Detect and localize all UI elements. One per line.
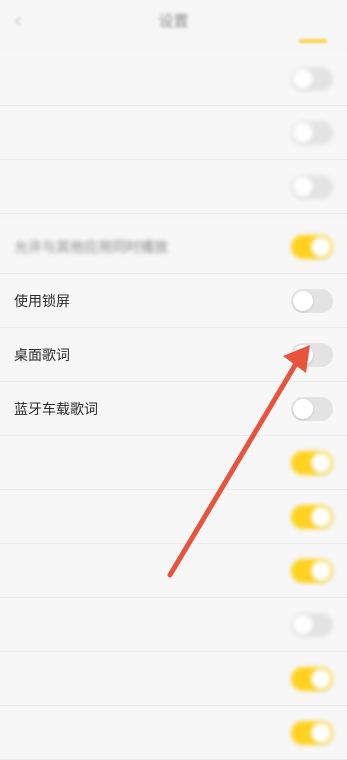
setting-label: 允许与其他应用同时播放 [14, 239, 168, 256]
toggle-knob [293, 614, 313, 635]
toggle-switch[interactable] [291, 66, 333, 91]
toggle-knob [311, 560, 331, 581]
toggle-knob [311, 506, 331, 527]
settings-row[interactable] [0, 106, 347, 160]
toggle-switch[interactable] [291, 396, 333, 421]
settings-row[interactable] [0, 52, 347, 106]
toggle-switch[interactable] [291, 174, 333, 199]
setting-label: 桌面歌词 [14, 347, 70, 364]
settings-row-desktop-lyrics[interactable]: 桌面歌词 [0, 328, 347, 382]
settings-row[interactable] [0, 598, 347, 652]
toggle-knob [311, 668, 331, 689]
toggle-knob [293, 344, 313, 365]
toggle-switch[interactable] [291, 342, 333, 367]
scroll-indicator [299, 39, 327, 43]
settings-row[interactable] [0, 706, 347, 760]
settings-row-lock-screen[interactable]: 使用锁屏 [0, 274, 347, 328]
toggle-knob [293, 398, 313, 419]
setting-label: 使用锁屏 [14, 293, 70, 310]
toggle-switch[interactable] [291, 612, 333, 637]
settings-row[interactable] [0, 544, 347, 598]
setting-label: 蓝牙车载歌词 [14, 401, 98, 418]
settings-row[interactable] [0, 652, 347, 706]
toggle-knob [293, 122, 313, 143]
toggle-knob [311, 722, 331, 743]
toggle-switch[interactable] [291, 120, 333, 145]
toggle-switch[interactable] [291, 450, 333, 475]
settings-row[interactable] [0, 160, 347, 214]
toggle-switch[interactable] [291, 288, 333, 313]
settings-row[interactable] [0, 436, 347, 490]
toggle-switch[interactable] [291, 720, 333, 745]
settings-row-bluetooth-lyrics[interactable]: 蓝牙车载歌词 [0, 382, 347, 436]
settings-row-concurrent-playback[interactable]: 允许与其他应用同时播放 [0, 220, 347, 274]
toggle-knob [293, 176, 313, 197]
toggle-knob [293, 290, 313, 311]
toggle-switch[interactable] [291, 234, 333, 259]
header: ‹ 设置 [0, 0, 347, 44]
toggle-switch[interactable] [291, 504, 333, 529]
page-title: 设置 [158, 12, 189, 30]
toggle-switch[interactable] [291, 558, 333, 583]
toggle-switch[interactable] [291, 666, 333, 691]
settings-list: 允许与其他应用同时播放 使用锁屏 桌面歌词 蓝牙车载歌词 [0, 52, 347, 760]
toggle-knob [311, 452, 331, 473]
settings-row[interactable] [0, 490, 347, 544]
toggle-knob [311, 236, 331, 257]
toggle-knob [293, 68, 313, 89]
